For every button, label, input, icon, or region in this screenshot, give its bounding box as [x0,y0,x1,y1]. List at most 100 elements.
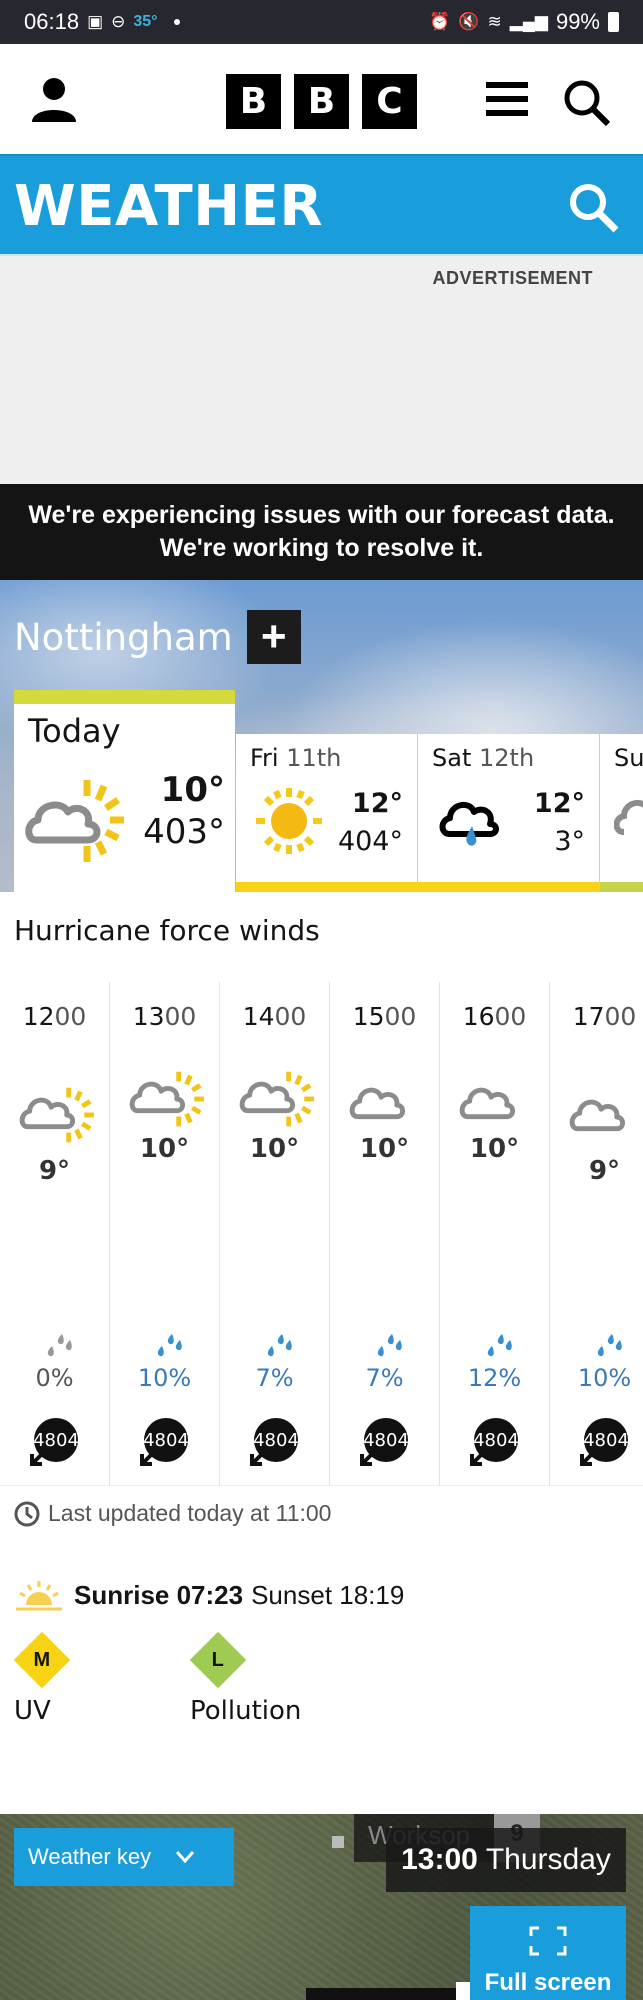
light-rain-icon [439,801,499,846]
hour-mins: 00 [164,1002,197,1031]
day-tab-sat[interactable]: Sat 12th 12° 3° [418,734,600,892]
advertisement-label: ADVERTISEMENT [432,268,593,288]
sunny-intervals-icon [129,1071,205,1127]
day-tabs: Today 10° 403° Fri 11th 12° 404° Sat 12t… [14,690,643,892]
hour-time: 1300 [110,1002,219,1031]
hour-time: 1600 [440,1002,549,1031]
day-tab-today[interactable]: Today 10° 403° [14,690,235,892]
wind-direction-icon [360,1450,376,1466]
logo-letter: B [294,74,349,129]
pollution-indicator[interactable]: L Pollution [189,1631,301,1726]
rain-chance: 7% [365,1364,404,1392]
uv-label: UV [14,1696,51,1726]
hour-time: 1200 [0,1002,109,1031]
day-name: Su [614,744,643,772]
rain-chance: 10% [137,1364,192,1392]
wind-direction-icon [140,1450,156,1466]
map-time: 13:00 Thursday [386,1828,626,1892]
notification-dot [173,19,180,25]
weather-key-button[interactable]: Weather key [14,1828,234,1886]
hour-value: 13 [132,1002,165,1031]
hour-column[interactable]: 1500 10° 7% 4804 [330,982,440,1486]
rain-drops-icon [47,1334,72,1357]
hour-column[interactable]: 1200 9° 0% 4804 [0,982,110,1486]
mute-icon: 🔇 [458,12,480,31]
hour-column[interactable]: 1300 10° 10% 4804 [110,982,220,1486]
hour-mins: 00 [274,1002,307,1031]
wind-direction-icon [250,1450,266,1466]
sunrise-time: Sunrise 07:23 [74,1580,244,1610]
battery-icon [608,12,619,32]
last-updated-text: Last updated today at 11:00 [48,1500,332,1526]
rain-chance: 10% [577,1364,632,1392]
location-name: Nottingham [14,615,233,659]
account-icon[interactable] [30,76,78,124]
hour-temp: 10° [469,1134,520,1164]
clock-icon [14,1501,40,1526]
hour-mins: 00 [494,1002,527,1031]
rain-drops-icon [377,1334,402,1357]
add-location-button[interactable]: + [246,610,301,664]
full-screen-button[interactable]: Full screen [470,1906,626,2000]
sunny-intervals-icon [19,1087,95,1143]
hour-time: 1400 [220,1002,329,1031]
hour-time: 1700 [550,1002,643,1031]
hourly-forecast[interactable]: 1200 9° 0% 4804 1300 10° 10% 4804 1400 10° 7% 4804 1… [0,982,643,1486]
signal-icon: ▂▄▆ [509,12,548,31]
hour-mins: 00 [604,1002,637,1031]
last-updated: Last updated today at 11:00 [14,1500,331,1527]
day-low-temp: 403° [143,812,225,852]
battery-percent: 99% [555,9,600,34]
alarm-icon: ⏰ [429,12,451,31]
alert-line-2: We're working to resolve it. [159,534,484,562]
cloud-icon [349,1087,406,1120]
day-tab-sun[interactable]: Su [600,734,643,892]
hour-column[interactable]: 1600 10° 12% 4804 [440,982,550,1486]
clock: 06:18 [24,9,80,34]
advertisement-slot: ADVERTISEMENT [0,254,643,484]
hour-column[interactable]: 1400 10° 7% 4804 [220,982,330,1486]
rain-drops-icon [597,1334,622,1357]
day-tab-fri[interactable]: Fri 11th 12° 404° [236,734,418,892]
weather-map[interactable]: Weather key Worksop 9 13:00 Thursday Ful… [0,1814,643,2000]
hour-time: 1500 [330,1002,439,1031]
cloud-icon [459,1087,516,1120]
cloud-icon [569,1099,626,1132]
chevron-down-icon [175,1851,195,1864]
wind-direction-icon [30,1450,46,1466]
gallery-icon: ▣ [87,12,104,31]
day-high-temp: 12° [533,788,585,819]
pollution-badge: L [189,1631,247,1689]
sunny-intervals-icon [239,1071,315,1127]
day-high-temp: 10° [160,770,225,810]
temperature-indicator: 35° [133,13,158,30]
sunset-time: Sunset 18:19 [251,1580,405,1610]
day-name: Sat [432,744,472,772]
hour-temp: 10° [359,1134,410,1164]
bbc-logo[interactable]: B B C [226,74,417,129]
hour-mins: 00 [384,1002,417,1031]
search-icon[interactable] [566,180,622,236]
hour-temp: 9° [588,1156,621,1186]
summary-text: Hurricane force winds [14,914,320,947]
search-icon[interactable] [562,78,612,128]
sunrise-sunset: Sunrise 07:23 Sunset 18:19 [16,1580,404,1611]
weather-title[interactable]: WEATHER [14,174,323,239]
hour-mins: 00 [54,1002,87,1031]
rain-drops-icon [267,1334,292,1357]
wind-direction-icon [580,1450,596,1466]
logo-letter: C [362,74,417,129]
menu-icon[interactable] [486,82,528,122]
location-hero: Nottingham + Today 10° 403° Fri 11th 12°… [0,580,643,892]
town-marker-icon [332,1836,344,1848]
uv-indicator[interactable]: M UV [13,1631,71,1726]
do-not-disturb-icon: ⊖ [111,12,126,31]
day-low-temp: 404° [337,826,403,857]
bbc-header: B B C [0,44,643,154]
alert-line-1: We're experiencing issues with our forec… [28,501,615,529]
day-high-temp: 12° [351,788,403,819]
full-screen-label: Full screen [484,1969,612,1996]
day-date: 11th [286,744,342,772]
hour-column[interactable]: 1700 9° 10% 4804 [550,982,643,1486]
uv-badge: M [13,1631,71,1689]
